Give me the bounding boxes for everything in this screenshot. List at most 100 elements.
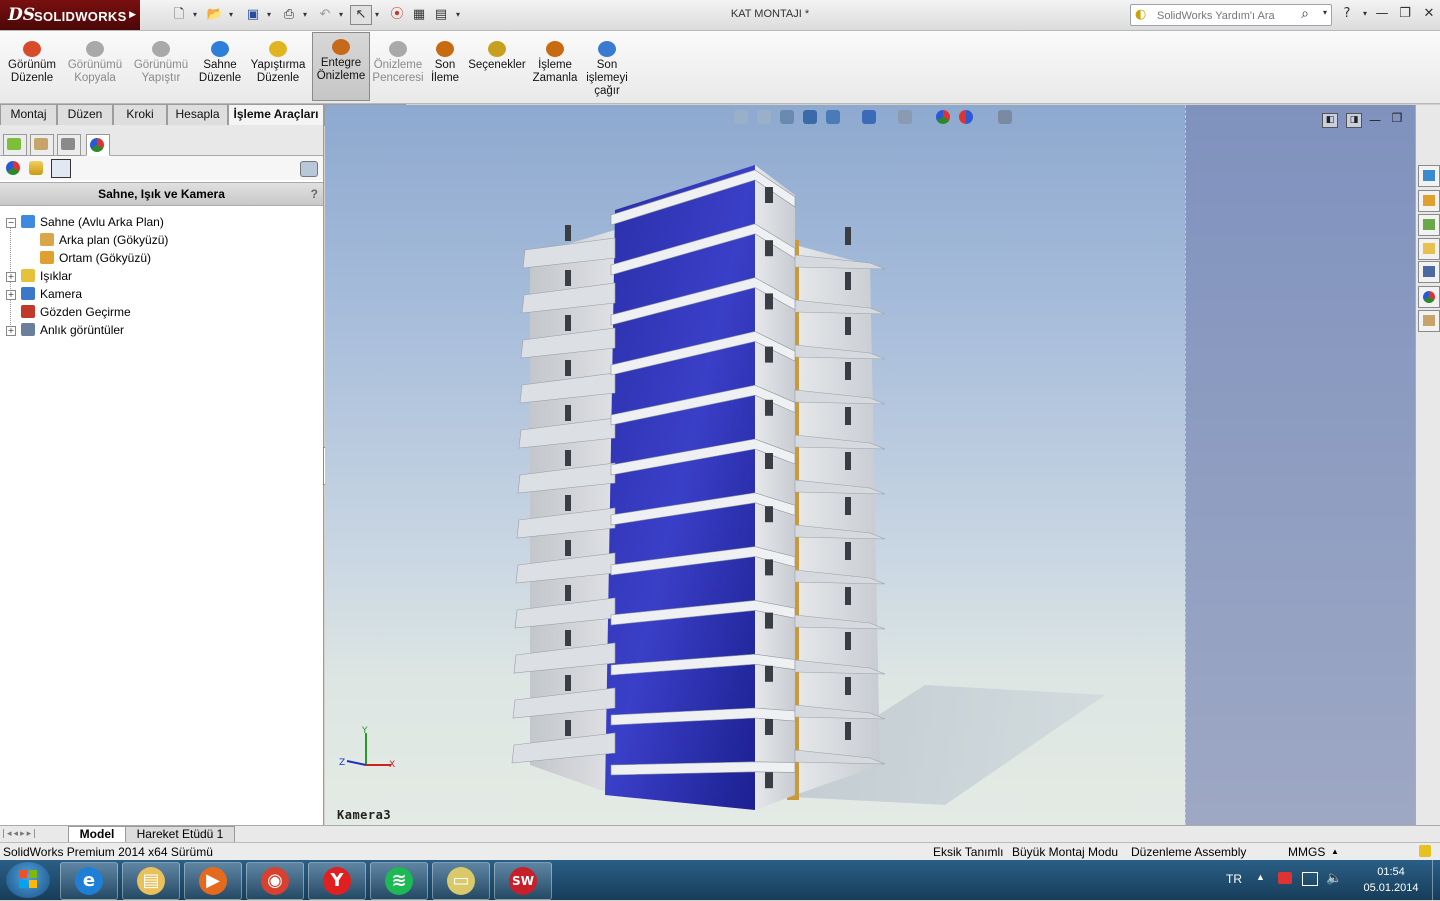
- print-icon[interactable]: ⎙: [280, 6, 298, 24]
- taskbar-chrome-button[interactable]: ◉: [246, 862, 304, 900]
- tree-item-5[interactable]: Gözden Geçirme: [21, 303, 131, 321]
- tree-expander-icon[interactable]: +: [6, 326, 16, 336]
- command-button-0[interactable]: Görünüm Düzenle: [3, 35, 61, 99]
- edit-appearance-icon[interactable]: [936, 110, 950, 124]
- command-button-5[interactable]: Entegre Önizleme: [312, 32, 370, 101]
- file-properties-icon[interactable]: ▦: [410, 6, 428, 24]
- tag-icon[interactable]: [1419, 845, 1431, 857]
- section-view-icon[interactable]: [803, 110, 817, 124]
- restore-button[interactable]: ❐: [1394, 5, 1416, 23]
- command-button-6[interactable]: Önizleme Penceresi: [370, 35, 426, 99]
- show-desktop-button[interactable]: [1432, 860, 1440, 900]
- solidworks-resources-icon[interactable]: [1418, 165, 1440, 187]
- taskbar-file-explorer-button[interactable]: ▤: [122, 862, 180, 900]
- print-dropdown-icon[interactable]: ▾: [300, 6, 310, 24]
- scene-lights-cameras-icon[interactable]: [51, 159, 71, 178]
- taskbar-internet-explorer-button[interactable]: e: [60, 862, 118, 900]
- view-settings-icon[interactable]: [998, 110, 1012, 124]
- taskbar-spotify-button[interactable]: ≋: [370, 862, 428, 900]
- view-orientation-icon[interactable]: [826, 110, 840, 124]
- viewport-split-right-icon[interactable]: ◨: [1346, 113, 1362, 128]
- minimize-button[interactable]: —: [1371, 5, 1393, 23]
- viewport-restore-button[interactable]: ❐: [1390, 111, 1404, 125]
- command-button-1[interactable]: Görünümü Kopyala: [64, 35, 126, 99]
- tab-model[interactable]: Model: [68, 826, 126, 843]
- previous-view-icon[interactable]: [780, 110, 794, 124]
- command-button-2[interactable]: Görünümü Yapıştır: [130, 35, 192, 99]
- panel-options-icon[interactable]: [300, 161, 318, 177]
- select-dropdown-icon[interactable]: ▾: [372, 6, 382, 24]
- show-hidden-icons-icon[interactable]: ▲: [1256, 872, 1265, 882]
- solidworks-logo-menu[interactable]: DS SOLIDWORKS ▶: [0, 0, 140, 30]
- viewport-split-left-icon[interactable]: ◧: [1322, 113, 1338, 128]
- tab-2[interactable]: Kroki: [113, 104, 167, 126]
- command-button-7[interactable]: Son İleme: [428, 35, 462, 99]
- save-dropdown-icon[interactable]: ▾: [264, 6, 274, 24]
- unit-system-arrow-icon[interactable]: ▲: [1331, 843, 1339, 861]
- search-icon[interactable]: ⌕: [1301, 6, 1309, 22]
- taskbar-solidworks-button[interactable]: SW: [494, 862, 552, 900]
- design-library-icon[interactable]: [1418, 214, 1440, 236]
- hide-show-items-icon[interactable]: [898, 110, 912, 124]
- volume-icon[interactable]: 🔈: [1326, 870, 1342, 886]
- taskbar-media-player-button[interactable]: ▶: [184, 862, 242, 900]
- new-dropdown-icon[interactable]: ▾: [190, 6, 200, 24]
- unit-system[interactable]: MMGS: [1288, 843, 1325, 861]
- close-button[interactable]: ✕: [1418, 5, 1440, 23]
- tab-motion-study[interactable]: Hareket Etüdü 1: [125, 826, 235, 843]
- viewport-minimize-button[interactable]: —: [1368, 113, 1382, 127]
- tree-item-1[interactable]: Arka plan (Gökyüzü): [40, 231, 168, 249]
- undo-icon[interactable]: ↶: [316, 6, 334, 24]
- view-palette-icon[interactable]: [1418, 261, 1440, 283]
- tab-0[interactable]: Montaj: [0, 104, 57, 126]
- configuration-manager-tab[interactable]: [57, 134, 81, 156]
- zoom-to-area-icon[interactable]: [757, 110, 771, 124]
- undo-dropdown-icon[interactable]: ▾: [336, 6, 346, 24]
- decal-view-icon[interactable]: [29, 161, 43, 175]
- search-dropdown-icon[interactable]: ▾: [1323, 8, 1327, 17]
- tree-expander-icon[interactable]: +: [6, 290, 16, 300]
- options-dropdown-icon[interactable]: ▾: [453, 6, 463, 24]
- tree-item-6[interactable]: Anlık görüntüler: [21, 321, 124, 339]
- panel-help-icon[interactable]: ?: [311, 183, 318, 205]
- action-center-flag-icon[interactable]: [1278, 872, 1292, 884]
- tab-4[interactable]: İşleme Araçları: [228, 104, 324, 127]
- command-button-10[interactable]: Son işlemeyi çağır: [584, 35, 630, 99]
- tree-item-2[interactable]: Ortam (Gökyüzü): [40, 249, 151, 267]
- new-document-icon[interactable]: 🗋: [170, 6, 188, 24]
- taskbar-yandex-button[interactable]: Y: [308, 862, 366, 900]
- start-button[interactable]: [6, 862, 50, 898]
- apply-scene-icon[interactable]: [959, 110, 973, 124]
- tab-1[interactable]: Düzen: [57, 104, 113, 126]
- language-indicator[interactable]: TR: [1226, 872, 1242, 886]
- rebuild-icon[interactable]: ⦿: [390, 6, 404, 24]
- zoom-to-fit-icon[interactable]: [734, 110, 748, 124]
- tree-expander-icon[interactable]: −: [6, 218, 16, 228]
- tree-item-0[interactable]: Sahne (Avlu Arka Plan): [21, 213, 164, 231]
- command-button-8[interactable]: Seçenekler: [466, 35, 528, 99]
- tab-3[interactable]: Hesapla: [167, 104, 228, 126]
- display-manager-tab[interactable]: [86, 134, 110, 156]
- tree-item-4[interactable]: Kamera: [21, 285, 82, 303]
- menu-arrow-icon[interactable]: ▶: [129, 10, 136, 20]
- command-button-3[interactable]: Sahne Düzenle: [196, 35, 244, 99]
- open-dropdown-icon[interactable]: ▾: [226, 6, 236, 24]
- custom-properties-icon[interactable]: [1418, 310, 1440, 332]
- tree-expander-icon[interactable]: +: [6, 272, 16, 282]
- tree-item-3[interactable]: Işıklar: [21, 267, 72, 285]
- display-style-icon[interactable]: [862, 110, 876, 124]
- help-search-input[interactable]: [1155, 7, 1307, 24]
- open-folder-icon[interactable]: 📂: [206, 6, 224, 24]
- home-icon[interactable]: [1418, 190, 1440, 212]
- clock-date[interactable]: 05.01.2014: [1356, 882, 1426, 894]
- command-button-9[interactable]: İşleme Zamanla: [530, 35, 580, 99]
- appearances-scenes-icon[interactable]: [1418, 286, 1440, 308]
- help-search-box[interactable]: ◐ ⌕ ▾: [1130, 4, 1332, 26]
- graphics-viewport[interactable]: Y X Z: [325, 105, 1185, 825]
- taskbar-notes-button[interactable]: ▭: [432, 862, 490, 900]
- options-icon[interactable]: ▤: [432, 6, 450, 24]
- save-icon[interactable]: ▣: [244, 6, 262, 24]
- tab-scroll-arrows-icon[interactable]: |◂◂▸▸|: [2, 827, 66, 841]
- feature-manager-tab[interactable]: [3, 134, 27, 156]
- appearance-view-icon[interactable]: [6, 161, 20, 175]
